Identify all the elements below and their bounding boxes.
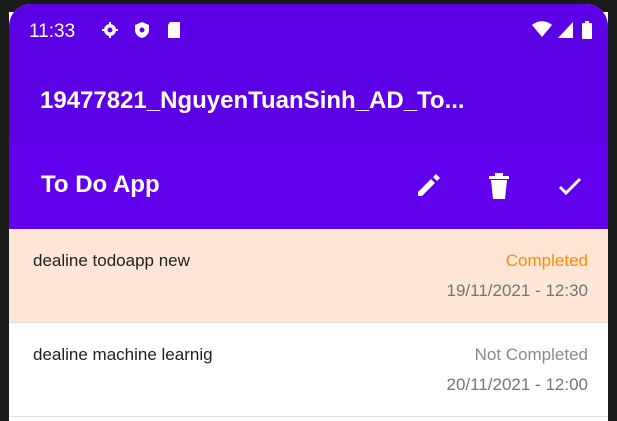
edit-icon: [418, 174, 440, 196]
todo-datetime: 19/11/2021 - 12:30: [446, 281, 588, 300]
complete-button[interactable]: [554, 170, 586, 202]
device-frame-right: [608, 0, 617, 421]
device-frame-left: [0, 0, 9, 421]
sd-card-icon: [165, 21, 183, 39]
toolbar-title: To Do App: [41, 171, 160, 198]
todo-list: dealine todoapp new Completed 19/11/2021…: [9, 229, 608, 421]
todo-title: dealine todoapp new: [33, 251, 190, 270]
delete-icon: [489, 173, 509, 199]
status-bar: 11:33: [9, 4, 608, 60]
wifi-icon: [531, 21, 553, 39]
todo-status: Not Completed: [474, 345, 588, 364]
todo-row[interactable]: dealine machine learnig Not Completed 20…: [9, 323, 608, 417]
check-icon: [558, 177, 582, 196]
app-title: 19477821_NguyenTuanSinh_AD_To...: [40, 87, 465, 114]
toolbar: To Do App: [9, 143, 608, 229]
todo-status: Completed: [505, 251, 588, 270]
gear-icon: [101, 21, 119, 39]
status-time: 11:33: [29, 21, 76, 42]
battery-icon: [582, 21, 592, 39]
signal-icon: [557, 21, 575, 39]
todo-title: dealine machine learnig: [33, 345, 213, 364]
todo-row[interactable]: dealine todoapp new Completed 19/11/2021…: [9, 229, 608, 323]
todo-datetime: 20/11/2021 - 12:00: [446, 375, 588, 394]
edit-button[interactable]: [412, 170, 444, 202]
phone-screen: 11:33 19477821_NguyenTuanSinh_AD_To... T…: [9, 4, 608, 421]
delete-button[interactable]: [483, 170, 515, 202]
shield-icon: [133, 21, 151, 39]
app-title-bar: 19477821_NguyenTuanSinh_AD_To...: [9, 60, 608, 143]
